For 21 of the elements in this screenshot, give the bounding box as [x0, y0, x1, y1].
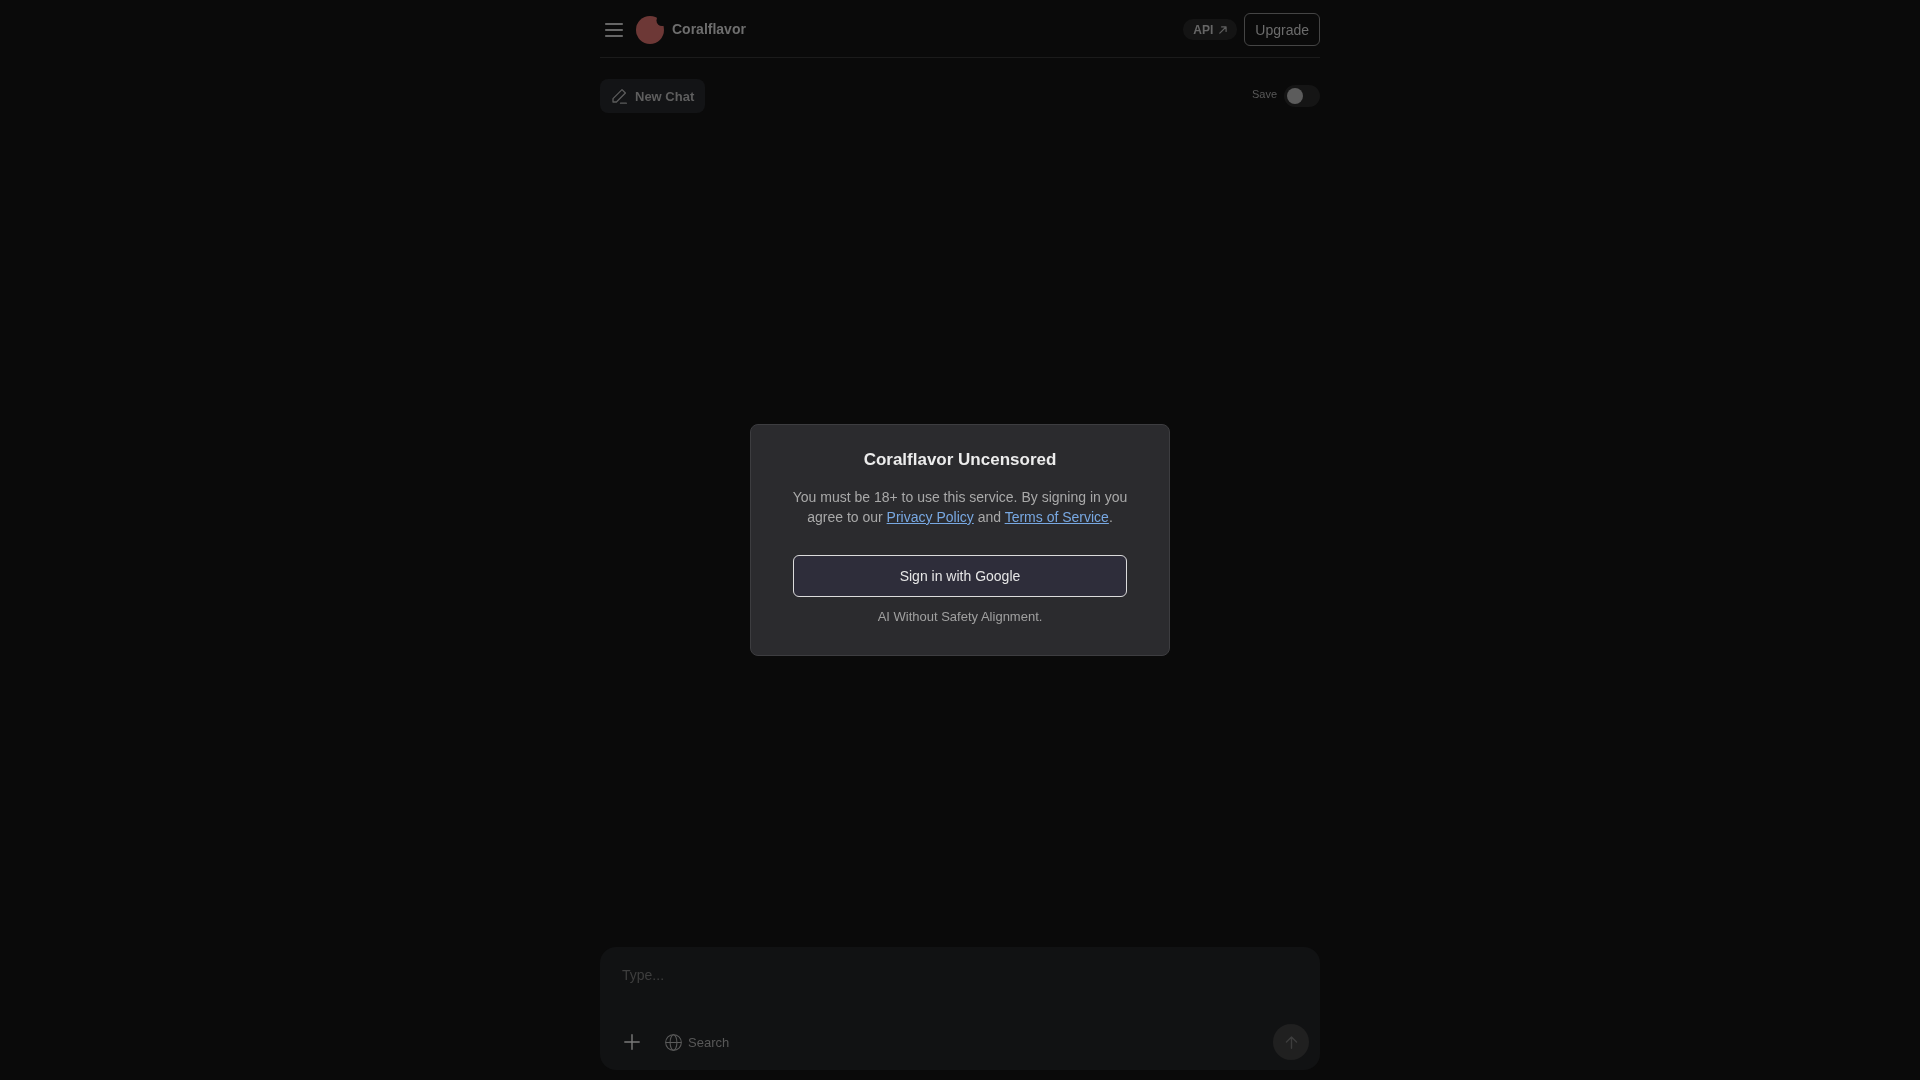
upgrade-button[interactable]: Upgrade [1244, 13, 1320, 46]
plus-icon[interactable] [624, 1034, 640, 1050]
arrow-up-icon [1284, 1035, 1298, 1049]
search-button[interactable]: Search [665, 1033, 730, 1051]
send-button[interactable] [1273, 1024, 1309, 1060]
tagline: AI Without Safety Alignment. [876, 608, 1044, 626]
dialog-title: Coralflavor Uncensored [862, 449, 1058, 471]
arrow-icon [1219, 25, 1228, 34]
link[interactable]: Privacy Policy [886, 509, 974, 525]
brand-name: Coralflavor [672, 20, 746, 37]
google-sign-in-button[interactable]: Sign in with Google [793, 555, 1127, 597]
pencil-icon [611, 88, 627, 104]
link[interactable]: Terms of Service [1004, 509, 1109, 525]
globe-icon [665, 1033, 682, 1051]
menu-icon[interactable] [605, 22, 623, 37]
api-link[interactable]: API [1183, 19, 1238, 40]
consent-text: You must be 18+ to use this service. By signing in you agree to our Privacy Policy and Terms of Service. [791, 488, 1129, 527]
new-chat-button[interactable]: New Chat [600, 79, 706, 113]
save-label: Save [1251, 88, 1277, 100]
logo-icon [636, 15, 664, 44]
save-toggle[interactable] [1284, 85, 1320, 107]
